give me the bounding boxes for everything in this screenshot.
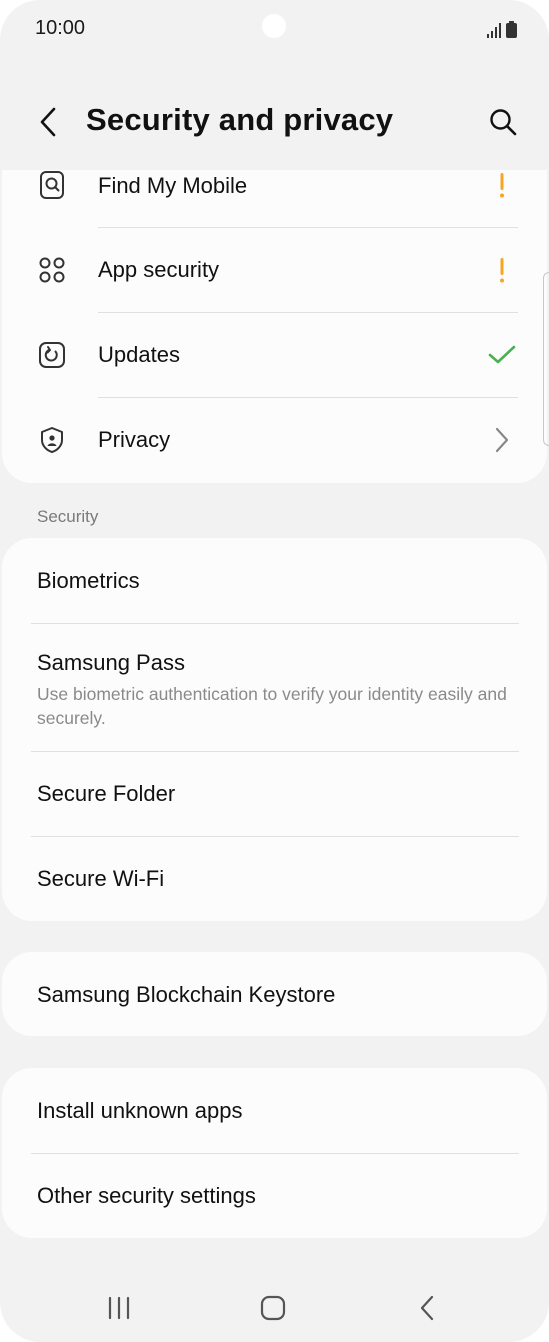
warning-indicator (487, 255, 517, 285)
app-header: Security and privacy (0, 80, 549, 164)
privacy-label: Privacy (98, 427, 171, 452)
status-icons (486, 20, 517, 38)
warning-icon (500, 173, 504, 198)
samsung-blockchain-keystore-item[interactable]: Samsung Blockchain Keystore (2, 952, 547, 1036)
biometrics-item[interactable]: Biometrics (2, 538, 547, 623)
app-security-icon (38, 256, 66, 284)
battery-icon (506, 21, 517, 38)
blockchain-card: Samsung Blockchain Keystore (2, 952, 547, 1036)
privacy-shield-icon (38, 426, 66, 454)
other-security-settings-label: Other security settings (37, 1183, 256, 1208)
samsung-pass-item[interactable]: Samsung Pass Use biometric authenticatio… (2, 624, 547, 751)
updates-item[interactable]: Updates (2, 313, 547, 398)
phone-screen: 10:00 Security and privacy Find My Mobil… (0, 0, 549, 1342)
find-my-mobile-label: Find My Mobile (98, 173, 248, 198)
checkmark-icon (488, 345, 516, 364)
nav-back-button[interactable] (405, 1290, 449, 1326)
updates-icon (38, 341, 66, 369)
back-arrow-icon (40, 107, 56, 137)
status-time: 10:00 (35, 17, 86, 39)
secure-folder-item[interactable]: Secure Folder (2, 752, 547, 837)
home-icon (260, 1295, 286, 1321)
status-bar: 10:00 (0, 0, 549, 58)
recent-apps-button[interactable] (97, 1290, 141, 1326)
chevron-right-icon (487, 425, 517, 455)
find-my-mobile-item[interactable]: Find My Mobile (2, 170, 547, 228)
app-security-item[interactable]: App security (2, 228, 547, 313)
check-indicator (487, 340, 517, 370)
biometrics-label: Biometrics (37, 568, 140, 593)
home-button[interactable] (251, 1290, 295, 1326)
warning-icon (500, 258, 504, 283)
samsung-blockchain-keystore-label: Samsung Blockchain Keystore (37, 982, 336, 1007)
install-unknown-apps-label: Install unknown apps (37, 1098, 243, 1123)
front-camera (262, 14, 286, 38)
install-unknown-apps-item[interactable]: Install unknown apps (2, 1068, 547, 1153)
samsung-pass-label: Samsung Pass (37, 650, 185, 675)
recent-apps-icon (108, 1296, 130, 1320)
scroll-edge-indicator (543, 272, 549, 446)
other-security-settings-item[interactable]: Other security settings (2, 1154, 547, 1238)
other-settings-card: Install unknown apps Other security sett… (2, 1068, 547, 1238)
section-header-security: Security (37, 507, 99, 526)
privacy-item[interactable]: Privacy (2, 398, 547, 483)
back-button[interactable] (26, 100, 70, 144)
page-title: Security and privacy (86, 102, 394, 137)
top-settings-card: Find My Mobile App security Updates Priv… (2, 170, 547, 483)
warning-indicator (487, 170, 517, 200)
search-icon (490, 109, 517, 136)
navigation-bar (0, 1270, 549, 1342)
updates-label: Updates (98, 342, 180, 367)
nav-back-icon (420, 1295, 434, 1321)
find-my-mobile-icon (38, 171, 66, 199)
secure-wifi-label: Secure Wi-Fi (37, 866, 165, 891)
app-security-label: App security (98, 257, 220, 282)
search-button[interactable] (481, 100, 525, 144)
secure-wifi-item[interactable]: Secure Wi-Fi (2, 837, 547, 921)
security-settings-card: Biometrics Samsung Pass Use biometric au… (2, 538, 547, 921)
samsung-pass-description: Use biometric authentication to verify y… (37, 684, 507, 728)
signal-icon (487, 23, 501, 38)
secure-folder-label: Secure Folder (37, 781, 176, 806)
